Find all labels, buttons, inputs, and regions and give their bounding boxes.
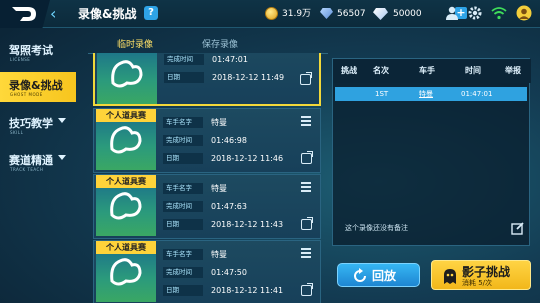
date-label: 日期 — [163, 153, 203, 164]
logo-icon — [12, 7, 36, 21]
driver-name: 特曼 — [211, 184, 227, 193]
sidebar: 驾照考试 LICENSE 录像&挑战 GHOST MODE 技巧教学 SKILL… — [0, 30, 78, 303]
gem-value: 56507 — [337, 9, 366, 19]
sidebar-item-sublabel: TRACK TEACH — [10, 167, 44, 172]
time-label: 完成时间 — [163, 201, 203, 212]
finish-time: 01:47:63 — [211, 202, 247, 211]
ghost-challenge-button[interactable]: 影子挑战 消耗 5/次 — [431, 260, 531, 290]
sidebar-item-label: 驾照考试 — [9, 44, 53, 57]
track-map-icon — [110, 192, 142, 220]
time-label: 完成时间 — [163, 135, 203, 146]
recording-card[interactable]: 个人道具赛 车手名字 特曼 完成时间 01:46:98 日期 2018-12-1… — [93, 108, 321, 173]
race-type-badge: 个人道具赛 — [96, 241, 156, 254]
sidebar-item-label: 录像&挑战 — [9, 79, 63, 92]
tab-saved-recordings[interactable]: 保存录像 — [185, 38, 255, 53]
header-driver: 车手 — [419, 66, 435, 75]
replay-label: 回放 — [372, 269, 397, 283]
top-bar: ‹ 录像&挑战 ? 31.9万 56507 50000 + — [0, 0, 540, 28]
recording-card[interactable]: 完成时间 01:47:01 日期 2018-12-12 11:49 — [93, 53, 321, 106]
recording-card[interactable]: 个人道具赛 车手名字 特曼 完成时间 01:47:50 日期 2018-12-1… — [93, 240, 321, 303]
sidebar-item-skill[interactable]: 技巧教学 SKILL — [0, 110, 76, 140]
coin-counter: 31.9万 — [265, 6, 320, 22]
time-label: 完成时间 — [164, 54, 204, 65]
finish-time: 01:47:50 — [211, 268, 247, 277]
edit-icon[interactable] — [511, 221, 525, 235]
driver-name-label: 车手名字 — [163, 183, 203, 194]
sidebar-item-ghost-mode[interactable]: 录像&挑战 GHOST MODE — [0, 72, 76, 102]
share-icon[interactable] — [301, 151, 313, 164]
diamond-icon — [373, 8, 388, 20]
share-icon[interactable] — [301, 217, 313, 230]
avatar-icon[interactable] — [516, 5, 532, 21]
recording-card[interactable]: 个人道具赛 车手名字 特曼 完成时间 01:47:63 日期 2018-12-1… — [93, 174, 321, 239]
ghost-icon — [444, 269, 456, 284]
recording-note: 这个录像还没有备注 — [345, 224, 408, 232]
header-rank: 名次 — [373, 66, 389, 75]
driver-name: 特曼 — [211, 118, 227, 127]
track-map-icon — [110, 258, 142, 286]
page-title: 录像&挑战 — [78, 7, 137, 21]
header-time: 时间 — [465, 66, 481, 75]
recording-date: 2018-12-12 11:46 — [211, 154, 284, 163]
menu-icon[interactable] — [301, 248, 311, 258]
gem-icon — [320, 8, 333, 19]
sidebar-item-sublabel: SKILL — [10, 130, 24, 135]
finish-time: 01:46:98 — [211, 136, 247, 145]
challenge-cost: 消耗 5/次 — [462, 279, 493, 287]
date-label: 日期 — [163, 219, 203, 230]
panel-header: 挑战 名次 车手 时间 举报 — [333, 59, 531, 83]
row-driver[interactable]: 特曼 — [419, 88, 433, 100]
tab-temp-recordings[interactable]: 临时录像 — [95, 38, 175, 53]
back-arrow-icon[interactable]: ‹ — [50, 5, 66, 23]
driver-name-label: 车手名字 — [163, 117, 203, 128]
track-map-icon — [110, 126, 142, 154]
sidebar-item-license[interactable]: 驾照考试 LICENSE — [0, 37, 76, 67]
track-map-icon — [111, 60, 143, 88]
recording-date: 2018-12-12 11:49 — [212, 73, 285, 82]
row-rank: 1ST — [375, 90, 389, 98]
gem-counter: 56507 — [320, 6, 370, 22]
replay-button[interactable]: 回放 — [337, 263, 420, 287]
driver-name-label: 车手名字 — [163, 249, 203, 260]
date-label: 日期 — [163, 285, 203, 296]
diamond-counter: 50000 — [373, 6, 453, 22]
recording-date: 2018-12-12 11:43 — [211, 220, 284, 229]
logo — [0, 0, 50, 28]
challenge-panel: 挑战 名次 车手 时间 举报 1ST 特曼 01:47:01 这个录像还没有备注 — [332, 58, 531, 246]
menu-icon[interactable] — [301, 116, 311, 126]
recording-list[interactable]: 完成时间 01:47:01 日期 2018-12-12 11:49 个人道具赛 … — [93, 53, 321, 303]
date-label: 日期 — [164, 72, 204, 83]
share-icon[interactable] — [300, 72, 312, 85]
time-label: 完成时间 — [163, 267, 203, 278]
leaderboard-row[interactable]: 1ST 特曼 01:47:01 — [335, 87, 527, 101]
row-time: 01:47:01 — [461, 90, 493, 98]
finish-time: 01:47:01 — [212, 55, 248, 64]
sidebar-item-sublabel: GHOST MODE — [10, 92, 43, 97]
diamond-value: 50000 — [393, 9, 422, 19]
track-thumbnail — [97, 53, 157, 104]
sidebar-item-label: 赛道精通 — [9, 154, 53, 167]
gear-icon[interactable] — [467, 5, 483, 21]
sidebar-item-sublabel: LICENSE — [10, 57, 31, 62]
menu-icon[interactable] — [301, 182, 311, 192]
sidebar-item-track-teach[interactable]: 赛道精通 TRACK TEACH — [0, 147, 76, 177]
race-type-badge: 个人道具赛 — [96, 175, 156, 188]
header-report: 举报 — [505, 66, 521, 75]
chevron-down-icon — [58, 155, 66, 160]
race-type-badge: 个人道具赛 — [96, 109, 156, 122]
recording-date: 2018-12-12 11:41 — [211, 286, 284, 295]
sidebar-item-label: 技巧教学 — [9, 117, 53, 130]
replay-icon — [354, 268, 366, 282]
wifi-icon — [491, 7, 507, 20]
share-icon[interactable] — [301, 283, 313, 296]
chevron-down-icon — [58, 118, 66, 123]
header-challenge: 挑战 — [341, 66, 357, 75]
help-button[interactable]: ? — [144, 6, 158, 20]
driver-name: 特曼 — [211, 250, 227, 259]
coin-value: 31.9万 — [282, 9, 312, 19]
coin-icon — [265, 7, 278, 20]
friends-icon[interactable] — [444, 5, 460, 21]
